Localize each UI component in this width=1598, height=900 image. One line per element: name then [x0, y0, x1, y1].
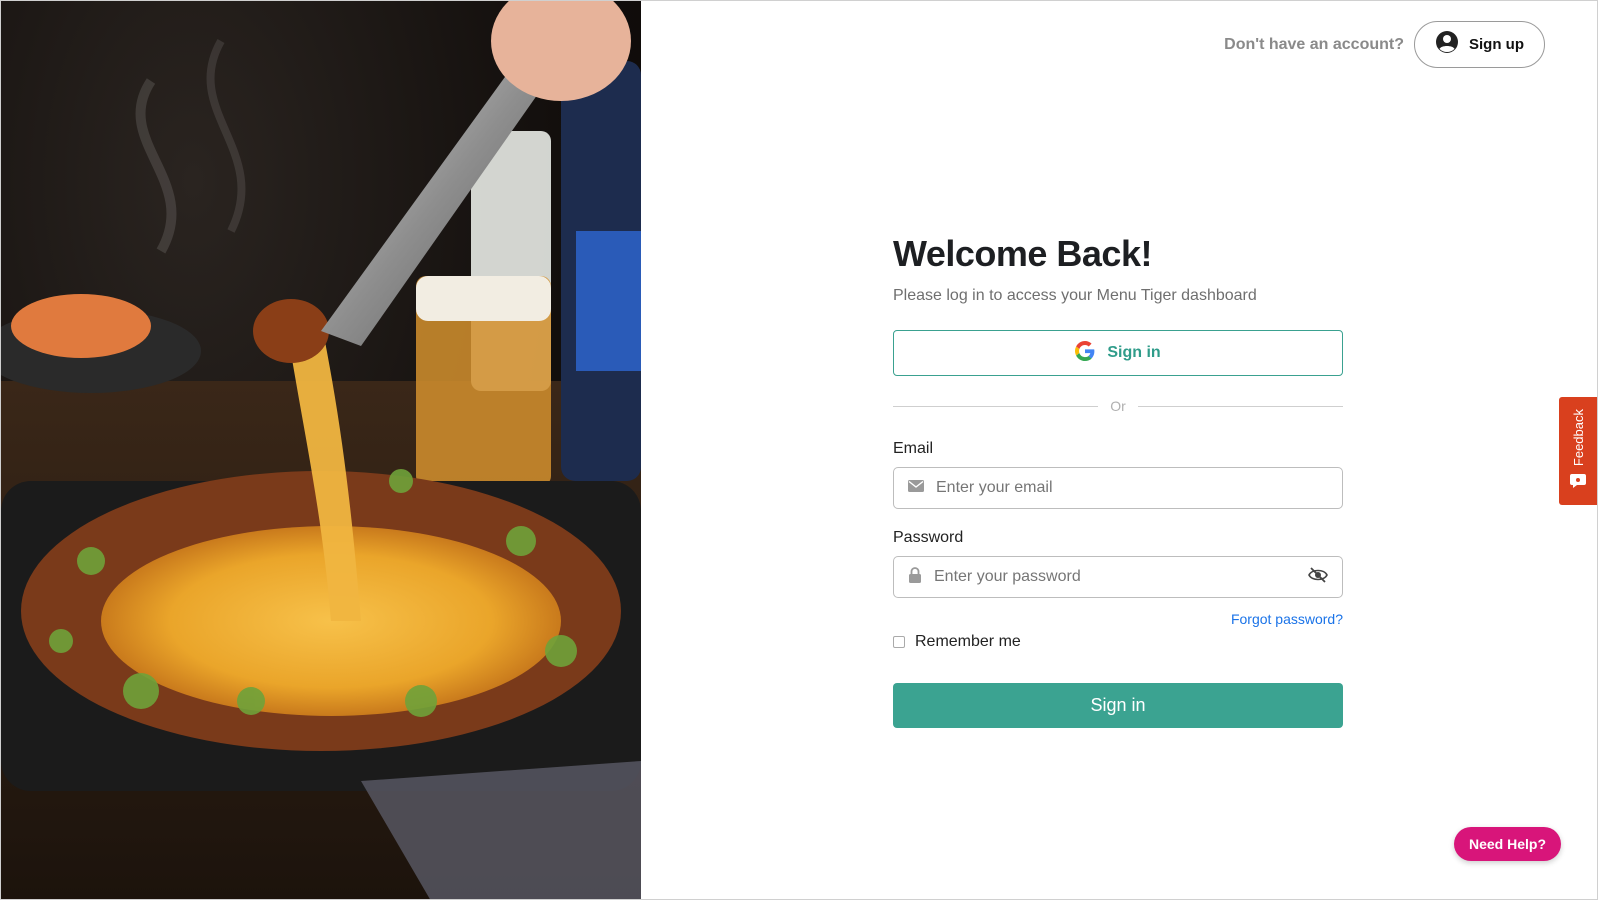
page-title: Welcome Back!: [893, 233, 1152, 274]
hero-photo: [1, 1, 641, 899]
remember-me-label: Remember me: [915, 633, 1021, 650]
or-text: Or: [1110, 398, 1126, 414]
feedback-label: Feedback: [1570, 409, 1586, 467]
signup-bar: Don't have an account? Sign up: [1224, 21, 1545, 68]
password-label: Password: [893, 529, 964, 546]
need-help-button[interactable]: Need Help?: [1454, 827, 1561, 861]
email-label: Email: [893, 440, 934, 457]
no-account-text: Don't have an account?: [1224, 35, 1404, 53]
mail-icon: [908, 479, 924, 497]
lock-icon: [908, 566, 922, 588]
google-icon: [1075, 340, 1095, 366]
or-divider: Or: [893, 398, 1343, 414]
user-circle-icon: [1435, 30, 1459, 59]
remember-me-checkbox[interactable]: [893, 636, 905, 648]
signin-submit-button[interactable]: Sign in: [893, 683, 1343, 728]
forgot-password-link[interactable]: Forgot password?: [893, 611, 1343, 627]
signup-button[interactable]: Sign up: [1414, 21, 1545, 68]
eye-off-icon[interactable]: [1308, 566, 1328, 588]
email-input[interactable]: [936, 479, 1328, 497]
feedback-tab[interactable]: Feedback: [1559, 397, 1597, 505]
email-field-wrapper: [893, 467, 1343, 509]
password-input[interactable]: [934, 568, 1296, 586]
page-subtitle: Please log in to access your Menu Tiger …: [893, 287, 1257, 304]
google-signin-button[interactable]: Sign in: [893, 330, 1343, 376]
signup-label: Sign up: [1469, 36, 1524, 53]
remember-me-row: Remember me: [893, 633, 1343, 651]
food-illustration: [1, 1, 641, 899]
chat-icon: [1570, 474, 1586, 493]
login-page: Don't have an account? Sign up Welcome B…: [0, 0, 1598, 900]
login-form: Welcome Back! Please log in to access yo…: [893, 233, 1343, 728]
google-signin-label: Sign in: [1107, 344, 1161, 361]
password-field-wrapper: [893, 556, 1343, 598]
